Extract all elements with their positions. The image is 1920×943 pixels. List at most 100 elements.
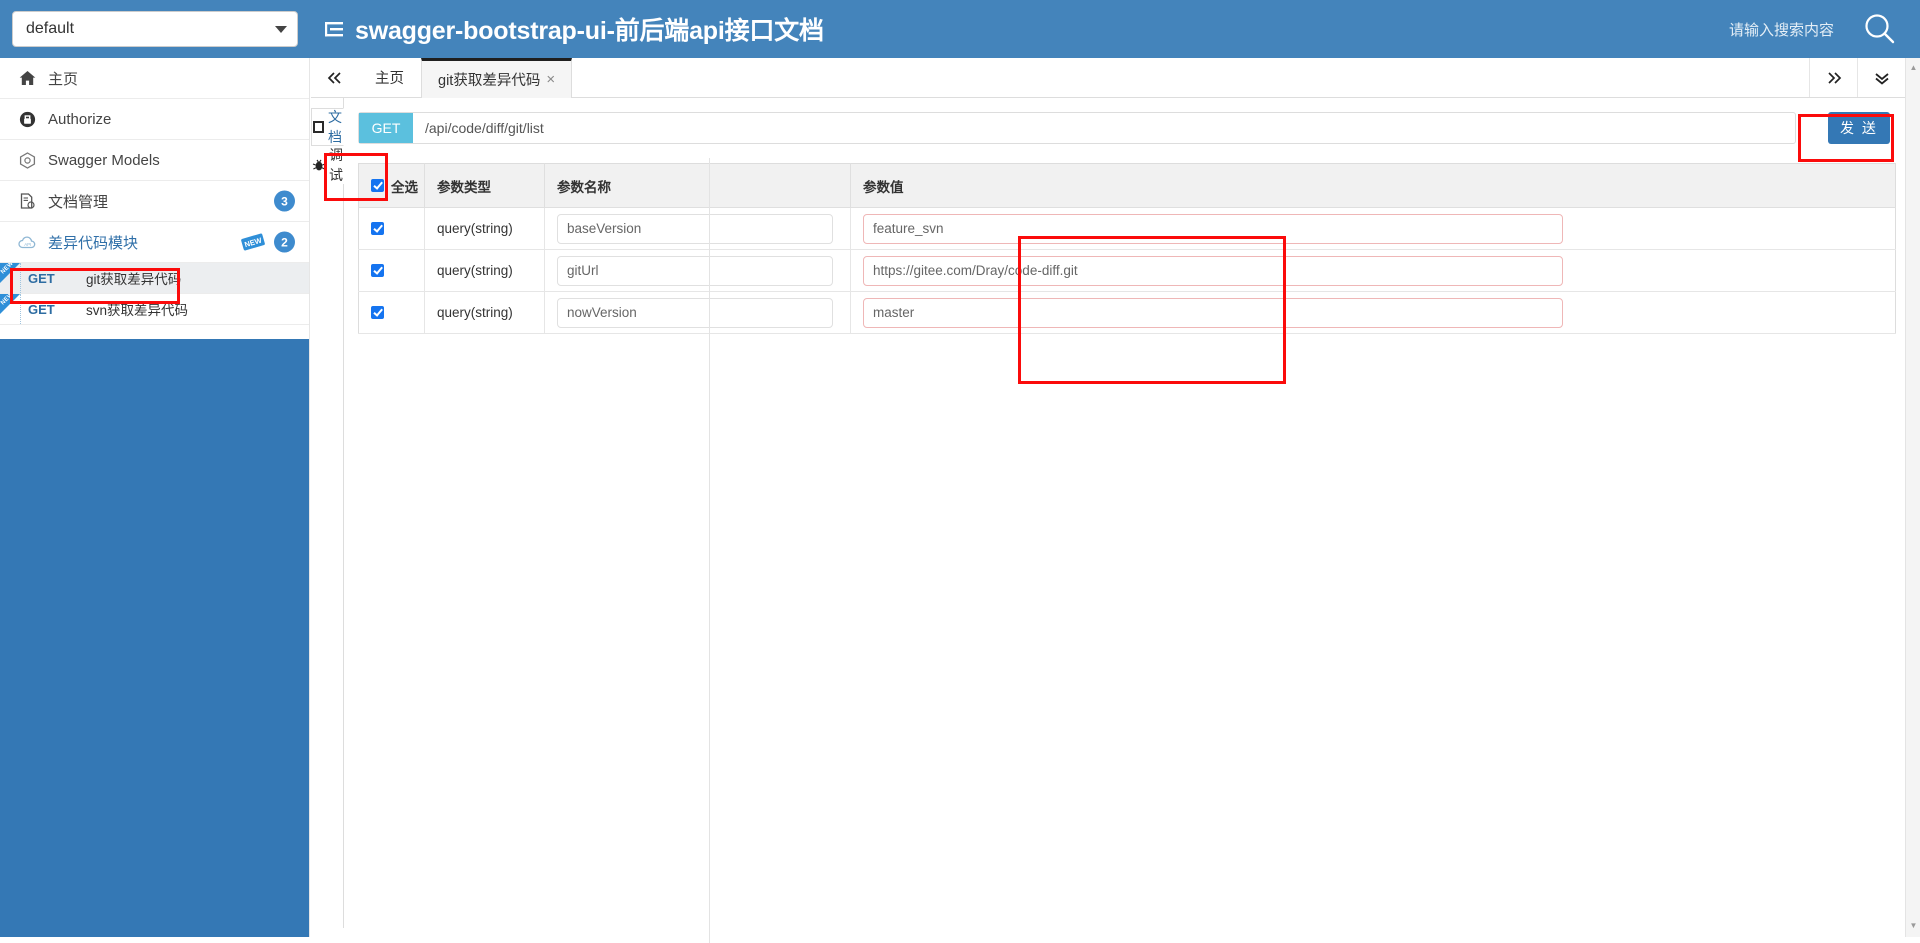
service-select-value: default [26, 20, 75, 37]
row-param-name-cell: baseVersion [544, 207, 851, 250]
parameters-table: 全选 参数类型 参数名称 参数值 query(string) baseVersi… [358, 163, 1896, 334]
new-corner-icon: NEW [0, 263, 20, 283]
close-icon[interactable]: × [546, 71, 555, 88]
tree-line [20, 294, 21, 324]
sidebar-item-home[interactable]: 主页 [0, 58, 309, 99]
request-url-bar: GET /api/code/diff/git/list [358, 112, 1796, 144]
request-method-badge: GET [359, 113, 413, 143]
row-checkbox-cell [358, 291, 425, 334]
lock-icon [14, 111, 40, 128]
row-checkbox-cell [358, 249, 425, 292]
param-value-input[interactable]: feature_svn [863, 213, 1563, 244]
sidebar-item-authorize[interactable]: Authorize [0, 99, 309, 140]
tree-line [20, 263, 21, 293]
param-name-input[interactable]: baseVersion [557, 213, 833, 244]
param-value-input[interactable]: master [863, 297, 1563, 328]
tab-debug[interactable]: 调试 [311, 146, 344, 184]
sidebar-item-diff-code-module[interactable]: API 差异代码模块 NEW 2 [0, 222, 309, 263]
status-badge: 3 [274, 190, 295, 212]
status-badge: 2 [274, 231, 295, 253]
vtab-label: 调试 [329, 147, 343, 183]
bug-icon [312, 158, 326, 172]
table-row: query(string) baseVersion feature_svn [358, 207, 1896, 250]
models-icon [14, 151, 40, 169]
main-panel: 主页 git获取差异代码 × 文档 调试 GET /api/code/diff/… [311, 58, 1905, 943]
sidebar-item-label: 文档管理 [48, 193, 109, 211]
brand-select-wrapper: default [0, 0, 310, 58]
main-body: 文档 调试 GET /api/code/diff/git/list 发 送 全选… [311, 98, 1905, 937]
select-all-checkbox[interactable] [371, 179, 384, 192]
scroll-up-icon[interactable]: ▲ [1906, 60, 1920, 75]
row-checkbox[interactable] [371, 306, 384, 319]
sidebar-item-label: Swagger Models [48, 151, 160, 169]
tab-label: 主页 [375, 71, 404, 87]
table-header-row: 全选 参数类型 参数名称 参数值 [358, 163, 1896, 208]
param-value-input[interactable]: https://gitee.com/Dray/code-diff.git [863, 255, 1563, 286]
tab-doc[interactable]: 文档 [311, 108, 344, 146]
row-checkbox[interactable] [371, 222, 384, 235]
collapse-sidebar-button[interactable] [311, 58, 359, 97]
row-param-name-cell: gitUrl [544, 249, 851, 292]
chevron-double-down-icon[interactable] [1857, 58, 1905, 97]
sidebar-background-fill [0, 339, 309, 937]
search-icon[interactable] [1862, 11, 1898, 47]
sidebar-endpoint-git[interactable]: NEW GET git获取差异代码 [0, 263, 309, 294]
param-name-input[interactable]: nowVersion [557, 297, 833, 328]
page-scrollbar[interactable]: ▲ ▼ [1905, 58, 1920, 937]
request-path-input[interactable]: /api/code/diff/git/list [413, 113, 1795, 143]
sidebar-item-label: 主页 [48, 70, 79, 88]
endpoint-label: svn获取差异代码 [86, 303, 189, 318]
svg-text:API: API [24, 242, 31, 247]
tab-bar-actions [1809, 58, 1905, 97]
send-button[interactable]: 发 送 [1828, 112, 1890, 144]
hamburger-icon[interactable] [324, 19, 346, 39]
row-param-value-cell: master [850, 291, 1896, 334]
row-param-value-cell: feature_svn [850, 207, 1896, 250]
endpoint-label: git获取差异代码 [86, 272, 182, 287]
column-select-all: 全选 [358, 163, 425, 208]
row-param-type: query(string) [424, 207, 545, 250]
sidebar: 主页 Authorize Swagger Models 文档管理 3 API 差… [0, 58, 310, 937]
page-title-text: swagger-bootstrap-ui-前后端api接口文档 [355, 17, 824, 45]
service-select[interactable]: default [12, 11, 298, 47]
row-checkbox-cell [358, 207, 425, 250]
column-param-name: 参数名称 [544, 163, 851, 208]
home-icon [14, 70, 40, 87]
tab-label: git获取差异代码 [438, 73, 541, 89]
http-method-label: GET [28, 270, 55, 286]
scroll-down-icon[interactable]: ▼ [1906, 918, 1920, 933]
page-title: swagger-bootstrap-ui-前后端api接口文档 [324, 11, 824, 47]
column-param-type: 参数类型 [424, 163, 545, 208]
http-method-label: GET [28, 301, 55, 317]
sidebar-item-label: Authorize [48, 110, 112, 128]
row-checkbox[interactable] [371, 264, 384, 277]
vertical-tabs: 文档 调试 [311, 98, 344, 928]
sidebar-item-label: 差异代码模块 [48, 234, 139, 252]
sidebar-endpoint-svn[interactable]: NEW GET svn获取差异代码 [0, 294, 309, 325]
column-label: 全选 [391, 179, 418, 195]
row-param-name-cell: nowVersion [544, 291, 851, 334]
row-param-type: query(string) [424, 291, 545, 334]
column-param-value: 参数值 [850, 163, 1896, 208]
chevron-double-right-icon[interactable] [1809, 58, 1857, 97]
chevron-down-icon [275, 25, 287, 33]
new-corner-icon: NEW [0, 294, 20, 314]
cloud-api-icon: API [14, 235, 40, 250]
document-icon [312, 120, 325, 134]
table-row: query(string) gitUrl https://gitee.com/D… [358, 249, 1896, 292]
debug-content: GET /api/code/diff/git/list 发 送 全选 参数类型 [344, 98, 1912, 937]
tab-home[interactable]: 主页 [359, 58, 421, 97]
table-row: query(string) nowVersion master [358, 291, 1896, 334]
app-header: default swagger-bootstrap-ui-前后端api接口文档 … [0, 0, 1920, 58]
new-ribbon-icon: NEW [239, 232, 267, 252]
document-settings-icon [14, 192, 40, 210]
search-input[interactable]: 请输入搜索内容 [1729, 19, 1834, 40]
row-param-value-cell: https://gitee.com/Dray/code-diff.git [850, 249, 1896, 292]
sidebar-item-document-manage[interactable]: 文档管理 3 [0, 181, 309, 222]
sidebar-item-swagger-models[interactable]: Swagger Models [0, 140, 309, 181]
param-name-input[interactable]: gitUrl [557, 255, 833, 286]
tab-git-diff[interactable]: git获取差异代码 × [421, 58, 573, 98]
tab-bar: 主页 git获取差异代码 × [311, 58, 1905, 98]
content-divider [709, 158, 710, 943]
row-param-type: query(string) [424, 249, 545, 292]
